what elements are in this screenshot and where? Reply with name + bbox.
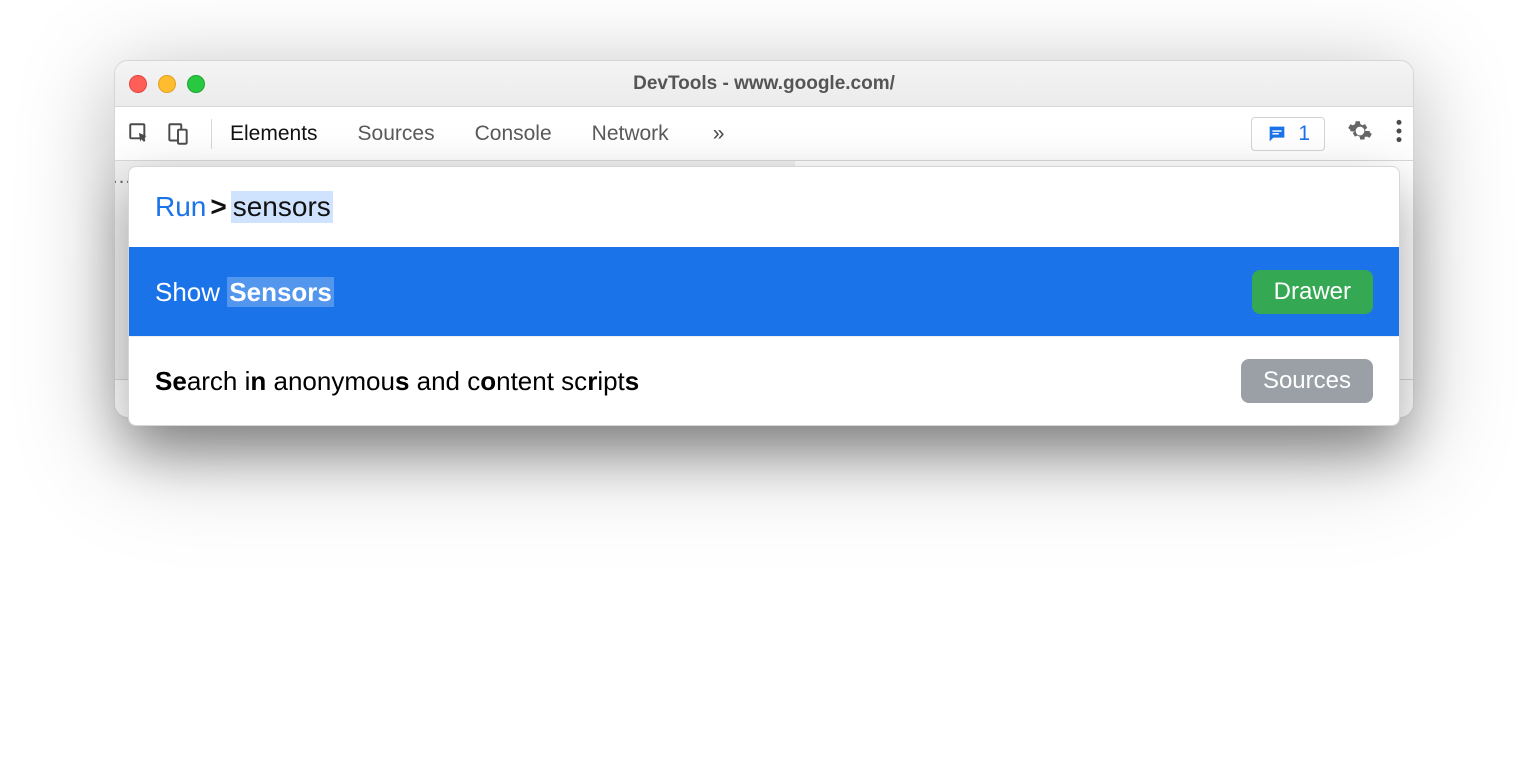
tab-console[interactable]: Console: [475, 122, 552, 146]
window-title: DevTools - www.google.com/: [115, 73, 1413, 95]
window-titlebar: DevTools - www.google.com/: [115, 61, 1413, 107]
issues-count: 1: [1298, 122, 1310, 146]
gear-icon: [1347, 118, 1373, 144]
more-tabs-button[interactable]: »: [713, 122, 725, 146]
run-label: Run: [155, 191, 206, 223]
mac-traffic-lights: [129, 75, 205, 93]
devtools-toolbar: Elements Sources Console Network » 1: [115, 107, 1413, 161]
command-menu: Run > sensors Show Sensors Drawer Search…: [128, 166, 1400, 426]
close-window-button[interactable]: [129, 75, 147, 93]
settings-button[interactable]: [1347, 118, 1373, 150]
tab-elements[interactable]: Elements: [230, 122, 318, 146]
tab-network[interactable]: Network: [592, 122, 669, 146]
command-badge-sources: Sources: [1241, 359, 1373, 403]
command-menu-input-row[interactable]: Run > sensors: [129, 167, 1399, 247]
command-menu-item-show-sensors[interactable]: Show Sensors Drawer: [129, 247, 1399, 336]
command-item-label: Show Sensors: [155, 277, 334, 308]
toolbar-separator: [211, 119, 212, 149]
tab-sources[interactable]: Sources: [358, 122, 435, 146]
kebab-icon: [1395, 118, 1403, 144]
command-query: sensors: [231, 191, 333, 223]
zoom-window-button[interactable]: [187, 75, 205, 93]
device-toolbar-icon[interactable]: [163, 119, 193, 149]
command-prompt: >: [210, 191, 226, 223]
chat-icon: [1266, 123, 1288, 145]
minimize-window-button[interactable]: [158, 75, 176, 93]
inspect-element-icon[interactable]: [125, 119, 155, 149]
command-menu-item-search-scripts[interactable]: Search in anonymous and content scripts …: [129, 336, 1399, 425]
command-badge-drawer: Drawer: [1252, 270, 1373, 314]
issues-counter[interactable]: 1: [1251, 117, 1325, 151]
command-item-label: Search in anonymous and content scripts: [155, 366, 639, 397]
more-options-button[interactable]: [1395, 118, 1403, 150]
